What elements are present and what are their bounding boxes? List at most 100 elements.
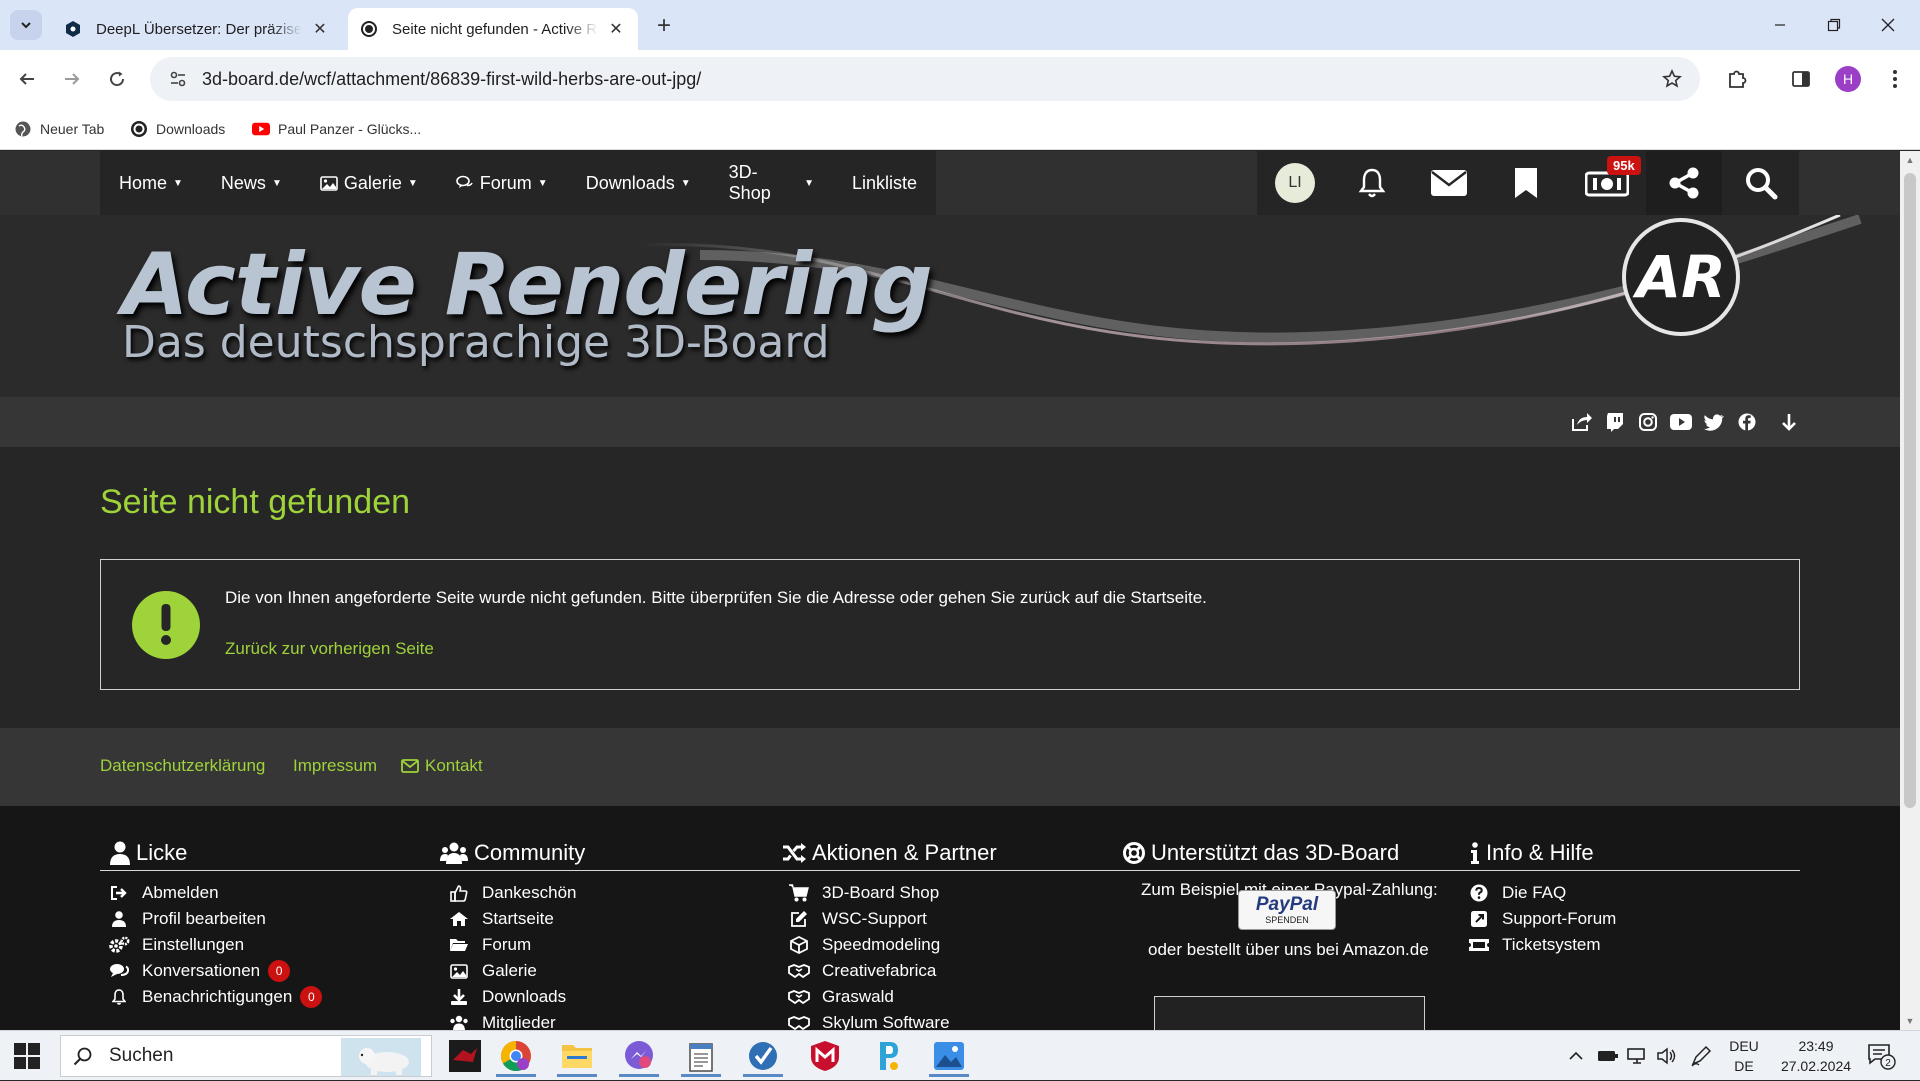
paypal-donate-button[interactable]: PayPal SPENDEN: [1238, 890, 1336, 930]
share-button[interactable]: [1646, 151, 1722, 215]
footer-item-support-forum[interactable]: Support-Forum: [1468, 906, 1616, 932]
footer-item-shop[interactable]: 3D-Board Shop: [788, 880, 950, 906]
tray-overflow-button[interactable]: [1568, 1031, 1584, 1081]
taskbar-app-paint[interactable]: [862, 1036, 912, 1076]
footer-item-skylum[interactable]: Skylum Software: [788, 1010, 950, 1030]
notifications-button[interactable]: [1334, 151, 1410, 215]
footer-item-konversationen[interactable]: Konversationen 0: [108, 958, 322, 984]
windows-start-icon[interactable]: [14, 1043, 40, 1069]
bookmark-label: Neuer Tab: [40, 121, 105, 137]
taskbar-search[interactable]: Suchen: [60, 1035, 432, 1077]
footer-item-abmelden[interactable]: Abmelden: [108, 880, 322, 906]
search-button[interactable]: [1723, 151, 1799, 215]
back-button[interactable]: [10, 62, 44, 96]
instagram-icon[interactable]: [1635, 409, 1661, 435]
user-menu-button[interactable]: LI: [1257, 151, 1333, 215]
browser-menu-button[interactable]: [1880, 64, 1910, 94]
footer-item-faq[interactable]: Die FAQ: [1468, 880, 1616, 906]
menu-item-linkliste[interactable]: Linkliste: [833, 151, 936, 215]
footer-item-downloads[interactable]: Downloads: [448, 984, 577, 1010]
contact-link[interactable]: Kontakt: [401, 756, 483, 776]
twitch-icon[interactable]: [1602, 409, 1628, 435]
url-input[interactable]: [200, 67, 1600, 91]
scrollbar-thumb[interactable]: [1904, 173, 1916, 808]
footer-item-creativefabrica[interactable]: Creativefabrica: [788, 958, 950, 984]
active-indicator: [681, 1074, 721, 1077]
extensions-button[interactable]: [1722, 64, 1752, 94]
footer-item-einstellungen[interactable]: Einstellungen: [108, 932, 322, 958]
clock[interactable]: 23:49 27.02.2024: [1766, 1036, 1866, 1076]
taskbar-app-chrome[interactable]: [491, 1036, 541, 1077]
notification-center-button[interactable]: 2: [1866, 1031, 1896, 1081]
taskbar-app-photos[interactable]: [924, 1036, 974, 1077]
messages-button[interactable]: [1411, 151, 1487, 215]
restore-button[interactable]: [1804, 0, 1864, 50]
language-indicator[interactable]: DEU DE: [1724, 1036, 1764, 1076]
bookmark-label: Paul Panzer - Glücks...: [278, 121, 422, 137]
page-scrollbar[interactable]: ▲ ▼: [1900, 151, 1920, 1030]
taskbar-app-messenger[interactable]: [614, 1036, 664, 1077]
minimize-button[interactable]: [1750, 0, 1810, 50]
youtube-icon[interactable]: [1668, 409, 1694, 435]
site-info-icon[interactable]: [166, 67, 190, 91]
footer-item-speedmodeling[interactable]: Speedmodeling: [788, 932, 950, 958]
footer-item-benachrichtigungen[interactable]: Benachrichtigungen 0: [108, 984, 323, 1010]
menu-item-3d-shop[interactable]: 3D-Shop ▼: [710, 151, 833, 215]
footer-item-startseite[interactable]: Startseite: [448, 906, 577, 932]
side-panel-button[interactable]: [1786, 64, 1816, 94]
footer-item-forum[interactable]: Forum: [448, 932, 577, 958]
reload-button[interactable]: [100, 62, 134, 96]
menu-item-home[interactable]: Home ▼: [100, 151, 202, 215]
profile-avatar[interactable]: H: [1835, 66, 1861, 92]
ar-logo[interactable]: AR: [1622, 218, 1740, 336]
battery-button[interactable]: [1597, 1031, 1619, 1081]
close-window-button[interactable]: [1858, 0, 1918, 50]
close-icon[interactable]: ✕: [606, 19, 626, 39]
tab-active-rendering[interactable]: Seite nicht gefunden - Active Rendering …: [348, 8, 638, 50]
taskbar-app-checker[interactable]: [738, 1036, 788, 1077]
tab-deepl[interactable]: DeepL Übersetzer: Der präziseste ✕: [52, 8, 342, 50]
share-external-icon[interactable]: [1569, 409, 1595, 435]
footer-item-dankeschoen[interactable]: Dankeschön: [448, 880, 577, 906]
bookmark-neuer-tab[interactable]: Neuer Tab: [14, 116, 104, 142]
footer-item-graswald[interactable]: Graswald: [788, 984, 950, 1010]
privacy-link[interactable]: Datenschutzerklärung: [100, 756, 265, 776]
taskbar-app-explorer[interactable]: [552, 1036, 602, 1077]
footer-item-ticketsystem[interactable]: Ticketsystem: [1468, 932, 1616, 958]
taskbar-app-mcafee[interactable]: [800, 1036, 850, 1076]
bookmarks-button[interactable]: [1488, 151, 1564, 215]
menu-item-forum[interactable]: Forum ▼: [437, 151, 567, 215]
scroll-down-arrow-icon[interactable]: ▼: [1900, 1012, 1920, 1030]
bookmark-downloads[interactable]: Downloads: [130, 116, 225, 142]
scroll-up-arrow-icon[interactable]: ▲: [1900, 151, 1920, 169]
footer-item-galerie[interactable]: Galerie: [448, 958, 577, 984]
footer-heading: Licke: [110, 838, 187, 868]
menu-item-galerie[interactable]: Galerie ▼: [301, 151, 437, 215]
tab-search-button[interactable]: [10, 10, 42, 40]
taskbar-app-game[interactable]: [440, 1036, 490, 1076]
facebook-icon[interactable]: [1734, 409, 1760, 435]
network-button[interactable]: [1627, 1031, 1649, 1081]
forward-button[interactable]: [55, 62, 89, 96]
new-tab-button[interactable]: +: [650, 12, 678, 40]
bookmark-star-icon[interactable]: [1660, 67, 1684, 91]
menu-item-downloads[interactable]: Downloads ▼: [567, 151, 710, 215]
imprint-link[interactable]: Impressum: [293, 756, 377, 776]
taskbar-app-notepad[interactable]: [676, 1036, 726, 1077]
menu-item-news[interactable]: News ▼: [202, 151, 301, 215]
address-bar[interactable]: [150, 57, 1700, 101]
close-icon[interactable]: ✕: [310, 19, 330, 39]
bookmark-paul-panzer[interactable]: Paul Panzer - Glücks...: [252, 116, 421, 142]
footer-item-profil[interactable]: Profil bearbeiten: [108, 906, 322, 932]
side-panel-icon: [1792, 71, 1810, 87]
pen-button[interactable]: [1690, 1031, 1712, 1081]
arrow-down-icon[interactable]: [1776, 409, 1802, 435]
footer-item-wsc-support[interactable]: WSC-Support: [788, 906, 950, 932]
notification-count: 2: [1885, 1058, 1891, 1069]
back-link[interactable]: Zurück zur vorherigen Seite: [225, 639, 434, 659]
volume-button[interactable]: [1656, 1031, 1678, 1081]
error-message-box: Die von Ihnen angeforderte Seite wurde n…: [100, 559, 1800, 690]
amazon-search-box[interactable]: [1154, 996, 1425, 1030]
footer-item-mitglieder[interactable]: Mitglieder: [448, 1010, 577, 1030]
twitter-icon[interactable]: [1701, 409, 1727, 435]
